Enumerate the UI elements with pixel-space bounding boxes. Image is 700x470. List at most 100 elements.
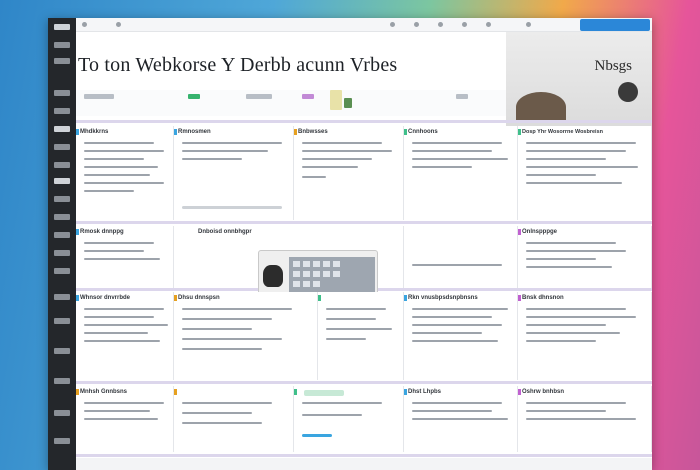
card[interactable]: [174, 386, 294, 452]
card-marker: [518, 389, 521, 395]
card-title: Rkn vnusbpsdsnpbnsns: [408, 295, 478, 301]
tag-chip[interactable]: [302, 94, 314, 99]
text-line: [412, 410, 492, 412]
text-line: [412, 340, 498, 342]
toolbar-item[interactable]: [84, 94, 114, 99]
text-line: [84, 250, 144, 252]
sidebar-nav-icon[interactable]: [54, 42, 70, 48]
text-line: [412, 324, 502, 326]
sidebar-nav-icon[interactable]: [54, 268, 70, 274]
sidebar-nav-icon[interactable]: [54, 126, 70, 132]
text-line: [412, 316, 492, 318]
card[interactable]: Whnsor dnvrrbde: [76, 292, 174, 380]
text-line: [182, 158, 242, 160]
thumbnail: [303, 271, 310, 277]
card-marker: [318, 295, 321, 301]
card[interactable]: Cnnhoons: [404, 126, 518, 220]
sidebar-nav-icon[interactable]: [54, 144, 70, 150]
primary-action-button[interactable]: [580, 19, 650, 31]
text-line: [302, 150, 392, 152]
toolbar-item[interactable]: [246, 94, 272, 99]
text-line: [302, 158, 372, 160]
menu-icon[interactable]: [82, 22, 87, 27]
card[interactable]: Dhsu dnnspsn: [174, 292, 318, 380]
text-line: [526, 402, 626, 404]
card-marker: [174, 295, 177, 301]
text-line: [84, 402, 164, 404]
card[interactable]: Rmnosmen: [174, 126, 294, 220]
sidebar-nav-icon[interactable]: [54, 250, 70, 256]
app-window: To ton Webkorse Y Derbb acunn Vrbes Nbsg…: [48, 18, 652, 470]
sidebar-logo-icon[interactable]: [54, 24, 70, 30]
sidebar-nav-icon[interactable]: [54, 214, 70, 220]
toolbar-strip: [76, 90, 506, 116]
text-line: [182, 422, 262, 424]
tab-icon[interactable]: [116, 22, 121, 27]
grid-icon[interactable]: [526, 22, 531, 27]
text-line: [412, 142, 502, 144]
sidebar-nav-icon[interactable]: [54, 162, 70, 168]
card[interactable]: Rkn vnusbpsdsnpbnsns: [404, 292, 518, 380]
portrait-image: [263, 265, 283, 287]
card[interactable]: Bnbwsses: [294, 126, 404, 220]
progress-bar: [302, 434, 332, 437]
text-line: [326, 338, 366, 340]
text-line: [412, 166, 472, 168]
status-chip[interactable]: [188, 94, 200, 99]
card[interactable]: Dhst Lhpbs: [404, 386, 518, 452]
card-marker: [294, 129, 297, 135]
status-chip[interactable]: [304, 390, 344, 396]
sidebar-nav-icon[interactable]: [54, 178, 70, 184]
toolbar-item[interactable]: [456, 94, 468, 99]
text-line: [84, 166, 158, 168]
thumbnail: [333, 261, 340, 267]
text-line: [526, 158, 606, 160]
sidebar-nav-icon[interactable]: [54, 232, 70, 238]
settings-icon[interactable]: [414, 22, 419, 27]
sidebar-nav-icon[interactable]: [54, 90, 70, 96]
share-icon[interactable]: [462, 22, 467, 27]
thumbnail: [323, 271, 330, 277]
sidebar-nav-icon[interactable]: [54, 318, 70, 324]
notification-icon[interactable]: [390, 22, 395, 27]
card-title: Mnhsh Gnnbsns: [80, 389, 127, 395]
help-icon[interactable]: [486, 22, 491, 27]
card-title: Cnnhoons: [408, 129, 438, 135]
text-line: [526, 332, 620, 334]
card-marker: [76, 295, 79, 301]
sidebar-nav-icon[interactable]: [54, 108, 70, 114]
text-line: [84, 332, 148, 334]
card[interactable]: Rmosk dnnppg: [76, 226, 174, 288]
card-marker: [404, 129, 407, 135]
page-title: To ton Webkorse Y Derbb acunn Vrbes: [78, 54, 398, 76]
card[interactable]: [318, 292, 404, 380]
card-marker: [76, 389, 79, 395]
card-title: Bnsk dhnsnon: [522, 295, 564, 301]
user-icon[interactable]: [438, 22, 443, 27]
sidebar-nav-icon[interactable]: [54, 438, 70, 444]
text-line: [84, 242, 154, 244]
text-line: [182, 308, 292, 310]
sidebar-nav-icon[interactable]: [54, 348, 70, 354]
card[interactable]: Dosp Yhr Wosorrne Wosbreisn: [518, 126, 652, 220]
text-line: [526, 150, 626, 152]
card[interactable]: [404, 226, 518, 288]
sidebar-nav-icon[interactable]: [54, 410, 70, 416]
thumbnail: [303, 281, 310, 287]
card-marker: [294, 389, 297, 395]
card-title: Onlnspppge: [522, 229, 557, 235]
card[interactable]: Mnhsh Gnnbsns: [76, 386, 174, 452]
card[interactable]: Onlnspppge: [518, 226, 652, 288]
card-title: Rmnosmen: [178, 129, 211, 135]
sidebar-nav-icon[interactable]: [54, 196, 70, 202]
sidebar-nav-icon[interactable]: [54, 378, 70, 384]
text-line: [412, 402, 502, 404]
card[interactable]: Bnsk dhnsnon: [518, 292, 652, 380]
card[interactable]: Mhdkkrns: [76, 126, 174, 220]
card[interactable]: [294, 386, 404, 452]
sidebar-nav-icon[interactable]: [54, 58, 70, 64]
sidebar-nav-icon[interactable]: [54, 294, 70, 300]
text-line: [84, 258, 160, 260]
card[interactable]: Oshrw bnhbsn: [518, 386, 652, 452]
text-line: [526, 182, 622, 184]
